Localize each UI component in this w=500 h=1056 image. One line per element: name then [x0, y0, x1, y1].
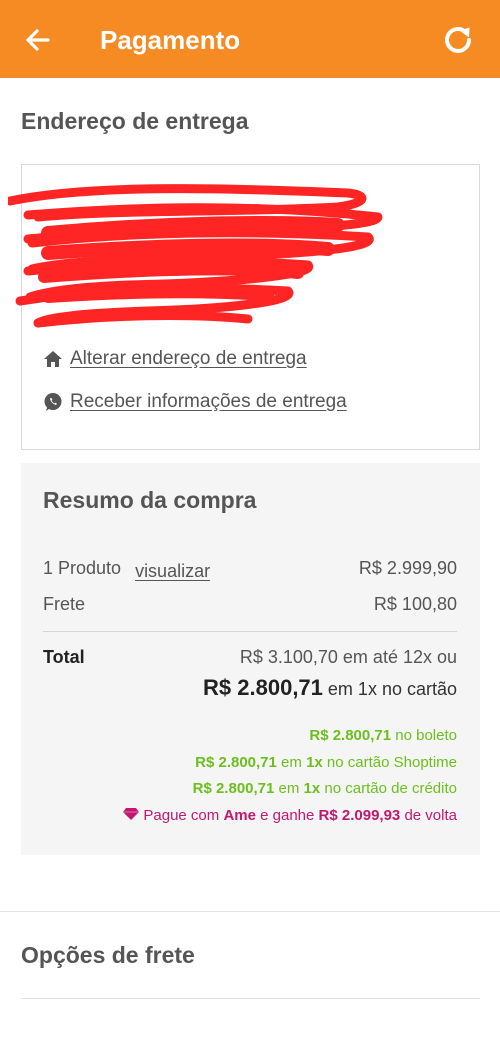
offer-ame-cashback: Pague com Ame e ganhe R$ 2.099,93 de vol… — [122, 807, 457, 824]
offer-boleto: R$ 2.800,71 no boleto — [309, 727, 457, 744]
receive-delivery-info-link[interactable]: Receber informações de entrega — [42, 391, 347, 413]
shoptime-mid: em — [281, 754, 302, 771]
whatsapp-icon — [44, 393, 62, 411]
ame-mid: e ganhe — [260, 807, 315, 824]
total-label: Total — [43, 647, 85, 667]
delivery-address-title: Endereço de entrega — [21, 108, 249, 134]
gem-icon — [123, 808, 140, 820]
credit-times: 1x — [303, 780, 321, 797]
purchase-summary: Resumo da compra 1 Produto visualizar R$ … — [21, 463, 480, 855]
shipping-options-title[interactable]: Opções de frete — [21, 942, 195, 969]
page-title: Pagamento — [100, 25, 241, 55]
arrow-left-icon[interactable] — [22, 24, 54, 56]
shoptime-amount: R$ 2.800,71 — [195, 754, 277, 771]
ame-amount: R$ 2.099,93 — [318, 807, 401, 824]
change-address-label: Alterar endereço de entrega — [70, 348, 307, 369]
total-cash-suffix: em 1x no cartão — [327, 679, 457, 699]
product-price: R$ 2.999,90 — [358, 558, 457, 578]
section-divider — [0, 911, 500, 912]
credit-mid: em — [278, 780, 300, 797]
boleto-text: no boleto — [395, 727, 457, 744]
ame-pre: Pague com — [143, 807, 220, 824]
boleto-amount: R$ 2.800,71 — [309, 727, 392, 744]
shipping-row: Frete R$ 100,80 — [43, 594, 457, 615]
total-cash: R$ 2.800,71 em 1x no cartão — [203, 675, 457, 701]
refresh-icon[interactable] — [440, 22, 476, 58]
offer-credit-card: R$ 2.800,71 em 1x no cartão de crédito — [193, 780, 457, 797]
summary-title: Resumo da compra — [43, 487, 257, 513]
address-card: Alterar endereço de entrega Receber info… — [8, 164, 480, 450]
offer-shoptime: R$ 2.800,71 em 1x no cartão Shoptime — [195, 754, 457, 771]
summary-divider — [43, 631, 457, 632]
credit-text: no cartão de crédito — [324, 780, 457, 797]
receive-delivery-info-label: Receber informações de entrega — [70, 391, 347, 412]
total-installments: R$ 3.100,70 em até 12x ou — [239, 647, 457, 667]
redacted-address-scribble — [8, 184, 383, 328]
home-icon — [44, 351, 62, 367]
total-cash-amount: R$ 2.800,71 — [203, 675, 323, 700]
change-address-link[interactable]: Alterar endereço de entrega — [42, 348, 307, 370]
ame-brand: Ame — [223, 807, 256, 824]
shipping-options-divider — [21, 998, 480, 999]
ame-post: de volta — [404, 807, 457, 824]
app-bar: Pagamento — [0, 0, 500, 78]
view-products-link[interactable]: visualizar — [135, 561, 210, 581]
shoptime-times: 1x — [306, 754, 323, 771]
product-count: 1 Produto — [43, 558, 122, 578]
product-row: 1 Produto visualizar R$ 2.999,90 — [43, 558, 457, 581]
shipping-price: R$ 100,80 — [373, 594, 457, 614]
credit-amount: R$ 2.800,71 — [192, 780, 275, 797]
shoptime-text: no cartão Shoptime — [326, 754, 457, 771]
shipping-label: Frete — [43, 594, 86, 614]
